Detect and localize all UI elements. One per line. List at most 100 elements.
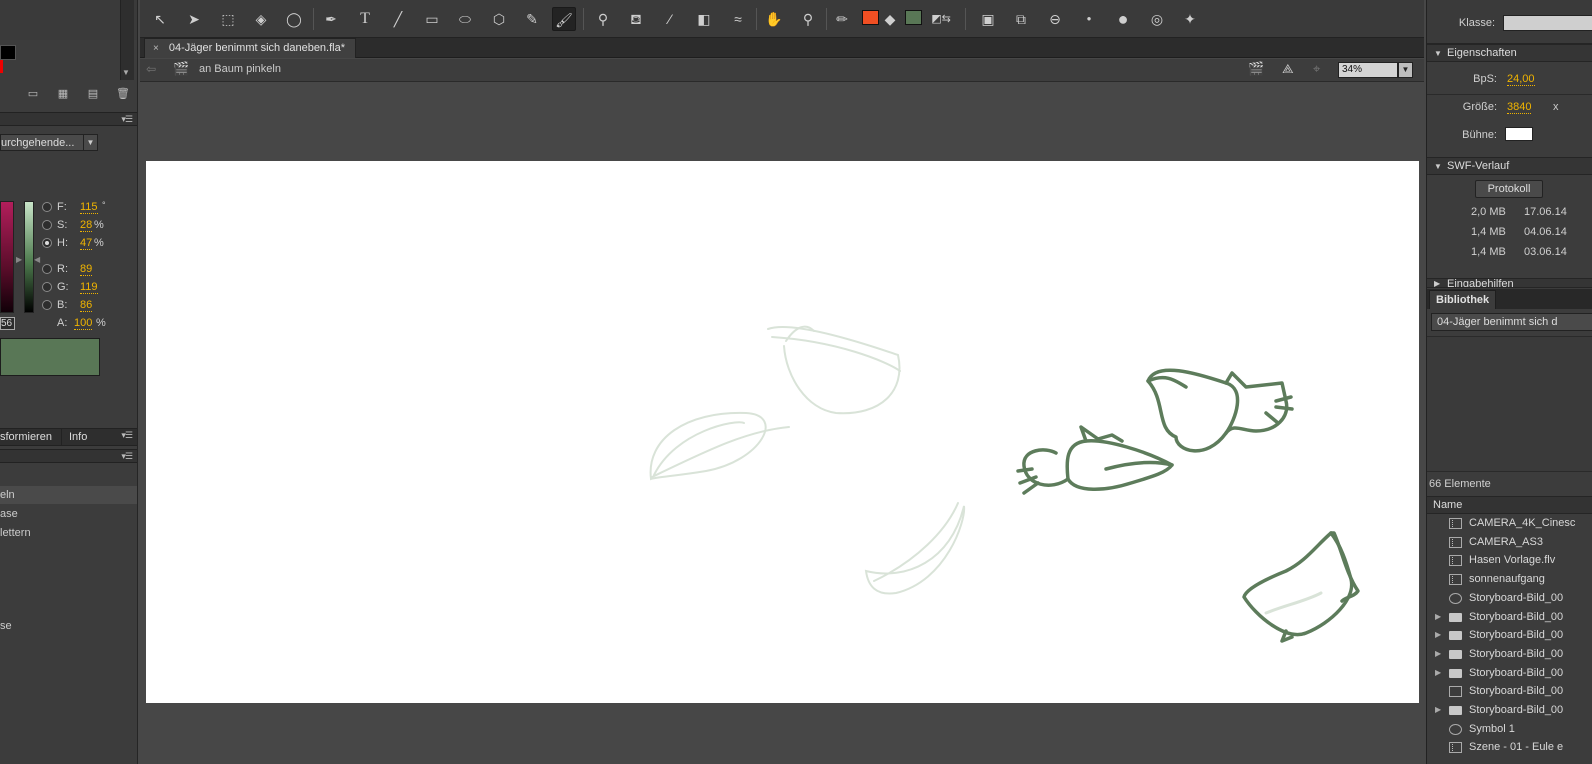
tab-bibliothek[interactable]: Bibliothek	[1429, 290, 1497, 309]
zoom-tool-icon[interactable]: ⚲	[796, 7, 820, 31]
library-item[interactable]: CAMERA_AS3	[1427, 533, 1592, 552]
close-icon[interactable]: ×	[153, 43, 159, 54]
radio-F[interactable]	[42, 202, 52, 212]
library-item[interactable]: CAMERA_4K_Cinesc	[1427, 514, 1592, 533]
expand-triangle-icon[interactable]: ▶	[1435, 608, 1441, 626]
library-item[interactable]: Hasen Vorlage.flv	[1427, 551, 1592, 570]
expand-triangle-icon[interactable]: ▶	[1435, 626, 1441, 644]
lightness-slider[interactable]	[24, 201, 34, 313]
edit-scene-icon[interactable]: 🎬	[1248, 61, 1264, 77]
red-swatch[interactable]	[0, 60, 3, 73]
scroll-down-icon[interactable]: ▼	[122, 68, 130, 77]
brush-tool-icon[interactable]: 🖌	[552, 7, 576, 31]
lasso-tool-icon[interactable]: ◯	[282, 7, 306, 31]
library-item[interactable]: sonnenaufgang	[1427, 570, 1592, 589]
oval-tool-icon[interactable]: ⬭	[453, 7, 477, 31]
value-B[interactable]: 86	[80, 299, 93, 312]
panel-menu-icon[interactable]: ▾☰	[121, 451, 133, 462]
library-item[interactable]: ▶ Storyboard-Bild_00	[1427, 701, 1592, 720]
library-item[interactable]: Storyboard-Bild_00	[1427, 682, 1592, 701]
free-transform-tool-icon[interactable]: ⬚	[216, 7, 240, 31]
eigenschaften-header[interactable]: ▼ Eigenschaften	[1427, 44, 1592, 62]
swap-colors-icon[interactable]: ◩⇆	[926, 7, 956, 31]
eyedropper-tool-icon[interactable]: ⁄	[658, 7, 682, 31]
pencil-tool-icon[interactable]: ✎	[520, 7, 544, 31]
bone-tool-icon[interactable]: ⚲	[591, 7, 615, 31]
protokoll-button[interactable]: Protokoll	[1475, 180, 1543, 198]
new-folder-icon[interactable]: ▭	[26, 88, 40, 100]
value-R[interactable]: 89	[80, 263, 93, 276]
stage-canvas[interactable]	[146, 161, 1419, 703]
expand-triangle-icon[interactable]: ▶	[1435, 664, 1441, 682]
fill-color-icon[interactable]: ◆	[880, 7, 900, 31]
bps-value[interactable]: 24,00	[1507, 73, 1535, 86]
zoom-field[interactable]: 34%	[1338, 62, 1398, 78]
library-item[interactable]: ▶ Storyboard-Bild_00	[1427, 645, 1592, 664]
grid-icon[interactable]: ▦	[56, 88, 70, 100]
trash-icon[interactable]: 🗑	[116, 88, 130, 100]
value-S[interactable]: 28	[80, 219, 93, 232]
expand-triangle-icon[interactable]: ▶	[1435, 645, 1441, 663]
tilt-icon[interactable]: ✦	[1178, 7, 1202, 31]
library-item[interactable]: ▶ Storyboard-Bild_00	[1427, 664, 1592, 683]
blend-mode-dropdown[interactable]: urchgehende... ▼	[0, 134, 98, 151]
swf-verlauf-header[interactable]: ▼ SWF-Verlauf	[1427, 157, 1592, 175]
line-tool-icon[interactable]: ╱	[386, 7, 410, 31]
value-H[interactable]: 47	[80, 237, 93, 250]
library-column-header[interactable]: Name	[1427, 496, 1592, 514]
library-item[interactable]: Symbol 1	[1427, 720, 1592, 739]
hex-input[interactable]: 56	[0, 317, 15, 330]
selection-tool-icon[interactable]: ↖	[148, 7, 172, 31]
document-tab[interactable]: × 04-Jäger benimmt sich daneben.fla*	[144, 38, 357, 58]
library-item[interactable]: ▶ Storyboard-Bild_00	[1427, 608, 1592, 627]
back-arrow-icon[interactable]: ⇦	[146, 62, 156, 76]
expand-triangle-icon[interactable]: ▶	[1435, 701, 1441, 719]
stroke-color-icon[interactable]: ✏	[834, 7, 850, 31]
eraser-tool-icon[interactable]: ◧	[692, 7, 716, 31]
pressure-icon[interactable]: ◎	[1145, 7, 1169, 31]
snap-to-objects-icon[interactable]: ▣	[976, 7, 1000, 31]
color-field[interactable]	[0, 201, 14, 313]
library-item[interactable]: Szene - 01 - Eule e	[1427, 738, 1592, 757]
pen-tool-icon[interactable]: ✒	[319, 7, 343, 31]
stage-color-swatch[interactable]	[1505, 127, 1533, 141]
black-swatch[interactable]	[0, 45, 16, 60]
radio-B[interactable]	[42, 300, 52, 310]
eingabehilfen-header[interactable]: ▶ Eingabehilfen	[1427, 278, 1592, 288]
rectangle-tool-icon[interactable]: ▭	[420, 7, 444, 31]
brush-shape-icon[interactable]: ●	[1111, 7, 1135, 31]
zoom-dropdown-icon[interactable]: ▼	[1398, 62, 1413, 78]
list-item[interactable]: ase	[0, 505, 137, 523]
polystar-tool-icon[interactable]: ⬡	[487, 7, 511, 31]
center-stage-icon[interactable]: ⌖	[1313, 61, 1320, 77]
paint-bucket-tool-icon[interactable]: ⛾	[624, 7, 648, 31]
text-tool-icon[interactable]: T	[353, 7, 377, 31]
tab-info[interactable]: Info	[69, 431, 87, 443]
subselection-tool-icon[interactable]: ➤	[182, 7, 206, 31]
edit-symbols-icon[interactable]: ⟁	[1282, 61, 1294, 77]
tab-transform[interactable]: sformieren	[0, 431, 52, 443]
radio-R[interactable]	[42, 264, 52, 274]
library-document-dropdown[interactable]: 04-Jäger benimmt sich d	[1431, 313, 1592, 331]
klasse-input[interactable]	[1503, 15, 1592, 31]
3d-rotation-tool-icon[interactable]: ◈	[249, 7, 273, 31]
radio-H[interactable]	[42, 238, 52, 248]
new-layer-icon[interactable]: ▤	[86, 88, 100, 100]
fill-color-swatch[interactable]	[905, 10, 922, 25]
brush-mode-icon[interactable]: ⧉	[1009, 7, 1033, 31]
value-G[interactable]: 119	[80, 281, 98, 294]
width-tool-icon[interactable]: ≈	[726, 7, 750, 31]
value-A[interactable]: 100	[74, 317, 93, 330]
brush-size-icon[interactable]: ●	[1077, 7, 1101, 31]
radio-G[interactable]	[42, 282, 52, 292]
panel-menu-icon[interactable]: ▾☰	[121, 430, 133, 441]
scene-name[interactable]: an Baum pinkeln	[199, 63, 281, 75]
stroke-color-swatch[interactable]	[862, 10, 879, 25]
hand-tool-icon[interactable]: ✋	[762, 7, 786, 31]
value-F[interactable]: 115	[80, 201, 98, 214]
radio-S[interactable]	[42, 220, 52, 230]
library-item[interactable]: ▶ Storyboard-Bild_00	[1427, 626, 1592, 645]
library-item[interactable]: Storyboard-Bild_00	[1427, 589, 1592, 608]
list-item[interactable]: lettern	[0, 524, 137, 542]
smooth-option-icon[interactable]: ⊖	[1043, 7, 1067, 31]
